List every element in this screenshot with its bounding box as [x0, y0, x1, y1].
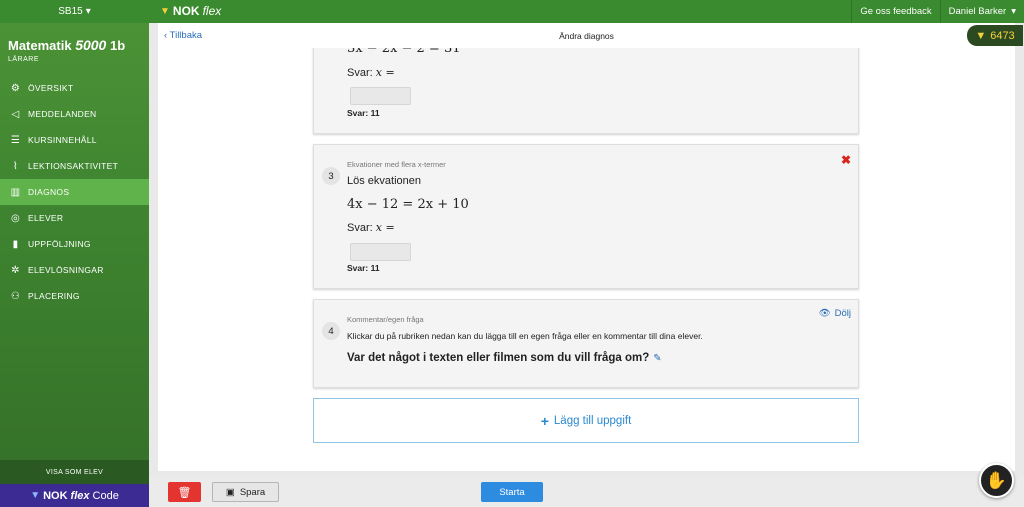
raise-hand-button[interactable]: ✋: [979, 463, 1014, 498]
pencil-icon: ✎: [653, 352, 662, 364]
answer-prefix: Svar:: [347, 222, 373, 234]
equation: 4x − 12 = 2x + 10: [347, 197, 469, 212]
save-label: Spara: [239, 486, 266, 498]
sidebar-item-lektionsaktivitet[interactable]: ⌇ LEKTIONSAKTIVITET: [0, 153, 149, 179]
sidebar-item-diagnos[interactable]: ▥ DIAGNOS: [0, 179, 149, 205]
hide-label: Dölj: [834, 308, 851, 319]
overview-icon: ⚙: [10, 82, 21, 94]
plus-icon: +: [540, 412, 549, 429]
answer-var: x =: [375, 66, 395, 79]
sidebar-item-oversikt[interactable]: ⚙ ÖVERSIKT: [0, 75, 149, 101]
sidebar-item-label: ELEVER: [28, 213, 64, 223]
sidebar-item-label: ELEVLÖSNINGAR: [28, 265, 104, 275]
top-bar: SB15 ▾ ▼ NOK flex Ge oss feedback Daniel …: [0, 0, 1024, 23]
chart-icon: ▥: [10, 186, 21, 198]
bottom-action-bar: 🗑 ▣ Spara Starta: [149, 477, 1024, 507]
course-title: Matematik 5000 1b: [8, 37, 125, 53]
school-select[interactable]: SB15 ▾: [0, 0, 149, 23]
megaphone-icon: ◁: [11, 108, 20, 120]
caret-down-icon: ▾: [1011, 6, 1016, 17]
comment-description: Klickar du på rubriken nedan kan du lägg…: [347, 331, 703, 341]
delete-question-icon[interactable]: ✖: [841, 153, 851, 167]
add-task-button[interactable]: + Lägg till uppgift: [313, 398, 859, 443]
activity-icon: ⌇: [12, 160, 19, 172]
course-level: 1b: [109, 38, 126, 53]
delete-button[interactable]: 🗑: [168, 482, 201, 502]
answer-prompt: Svar: x =: [347, 66, 395, 79]
solutions-icon: ✲: [11, 264, 20, 276]
sidebar-item-label: PLACERING: [28, 291, 80, 301]
top-right-menu: Ge oss feedback Daniel Barker ▾: [851, 0, 1024, 23]
sidebar-item-meddelanden[interactable]: ◁ MEDDELANDEN: [0, 101, 149, 127]
brand-nok: NOK: [172, 4, 200, 18]
feedback-link[interactable]: Ge oss feedback: [851, 0, 939, 23]
sidebar-item-label: UPPFÖLJNING: [28, 239, 91, 249]
question-card: 3x − 2x − 2 = 31 Svar: x = Svar: 11: [313, 35, 859, 134]
brand-flex: flex: [202, 4, 222, 18]
comment-card: 4 Kommentar/egen fråga 👁 Dölj Klickar du…: [313, 299, 859, 388]
user-name: Daniel Barker: [948, 6, 1007, 17]
answer-prefix: Svar:: [347, 67, 373, 79]
hide-button[interactable]: 👁 Dölj: [819, 308, 851, 319]
save-button[interactable]: ▣ Spara: [212, 482, 279, 502]
sidebar-item-label: ÖVERSIKT: [28, 83, 74, 93]
answer-input[interactable]: [350, 87, 411, 105]
save-icon: ▣: [225, 486, 235, 498]
sidebar-item-label: DIAGNOS: [28, 187, 70, 197]
question-instruction: Lös ekvationen: [347, 175, 421, 187]
view-as-student-button[interactable]: VISA SOM ELEV: [0, 460, 149, 484]
sidebar-item-label: LEKTIONSAKTIVITET: [28, 161, 119, 171]
list-icon: ☰: [10, 134, 21, 146]
correct-answer: Svar: 11: [347, 263, 380, 273]
question-category: Ekvationer med flera x-termer: [347, 160, 446, 169]
code-label: Code: [92, 489, 119, 502]
gem-icon: ▼: [160, 5, 170, 17]
start-button[interactable]: Starta: [481, 482, 543, 502]
page-header: ‹ Tillbaka Ändra diagnos: [158, 23, 1015, 48]
code-flex: flex: [70, 489, 90, 502]
placement-icon: ⚇: [10, 290, 21, 302]
comment-question-text: Var det något i texten eller filmen som …: [347, 352, 650, 364]
hand-icon: ✋: [985, 470, 1008, 490]
nokflex-code-link[interactable]: ▼ NOK flex Code: [0, 484, 149, 507]
sidebar-item-label: MEDDELANDEN: [28, 109, 97, 119]
question-category: Kommentar/egen fråga: [347, 315, 424, 324]
course-subject: Matematik: [8, 38, 72, 53]
sidebar-item-uppfoljning[interactable]: ▮ UPPFÖLJNING: [0, 231, 149, 257]
trash-icon: 🗑: [177, 486, 192, 499]
answer-input[interactable]: [350, 243, 411, 261]
question-number: 3: [322, 167, 340, 185]
add-task-label: Lägg till uppgift: [553, 414, 632, 427]
page-title: Ändra diagnos: [559, 31, 614, 41]
code-nok: NOK: [43, 489, 68, 502]
school-select-label: SB15: [58, 6, 83, 17]
sidebar-nav: ⚙ ÖVERSIKT ◁ MEDDELANDEN ☰ KURSINNEHÅLL …: [0, 75, 149, 309]
sidebar-item-label: KURSINNEHÅLL: [28, 135, 97, 145]
caret-down-icon: ▾: [85, 6, 91, 17]
question-number: 4: [322, 322, 340, 340]
sidebar-item-placering[interactable]: ⚇ PLACERING: [0, 283, 149, 309]
user-icon: ◎: [10, 212, 21, 224]
brand-logo[interactable]: ▼ NOK flex: [160, 4, 221, 18]
sidebar: Matematik 5000 1b LÄRARE ⚙ ÖVERSIKT ◁ ME…: [0, 23, 149, 507]
course-number: 5000: [75, 37, 107, 53]
course-role: LÄRARE: [8, 56, 40, 63]
answer-var: x =: [375, 221, 395, 234]
sidebar-item-elevlosningar[interactable]: ✲ ELEVLÖSNINGAR: [0, 257, 149, 283]
user-menu[interactable]: Daniel Barker ▾: [939, 0, 1024, 23]
bar-chart-icon: ▮: [12, 238, 19, 250]
gem-icon: ▼: [30, 490, 41, 501]
correct-answer: Svar: 11: [347, 108, 380, 118]
comment-question[interactable]: Var det något i texten eller filmen som …: [347, 352, 662, 364]
question-card: 3 Ekvationer med flera x-termer ✖ Lös ek…: [313, 144, 859, 289]
gem-icon: ▼: [975, 29, 987, 42]
sidebar-item-elever[interactable]: ◎ ELEVER: [0, 205, 149, 231]
eye-icon: 👁: [818, 308, 831, 319]
sidebar-item-kursinnehall[interactable]: ☰ KURSINNEHÅLL: [0, 127, 149, 153]
gem-count: 6473: [990, 29, 1015, 42]
gem-counter: ▼ 6473: [967, 25, 1023, 46]
answer-prompt: Svar: x =: [347, 221, 395, 234]
